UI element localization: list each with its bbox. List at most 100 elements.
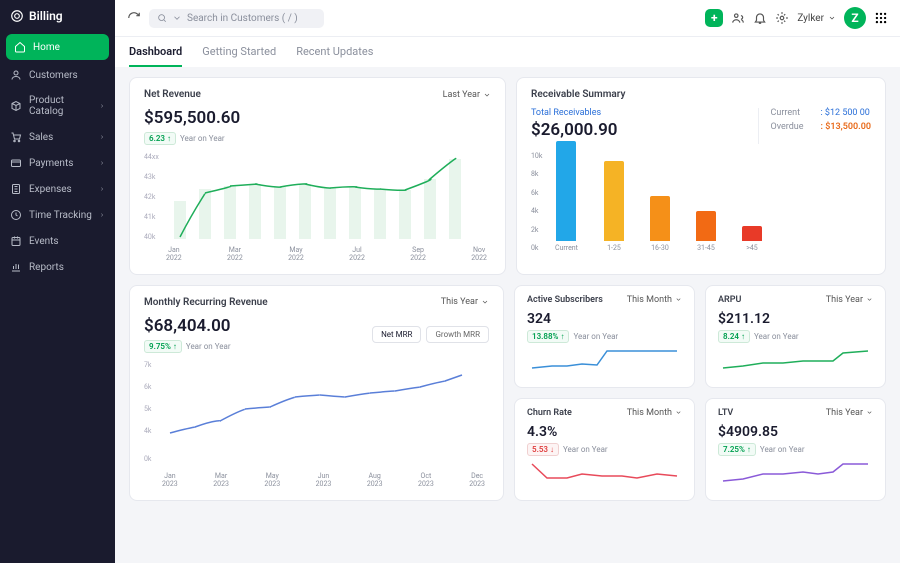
sidebar-item-reports[interactable]: Reports — [0, 254, 115, 280]
svg-text:44xx: 44xx — [144, 153, 159, 161]
chevron-right-icon — [99, 212, 105, 218]
avatar[interactable]: Z — [844, 7, 866, 29]
search-icon — [157, 13, 167, 23]
period-selector[interactable]: This Year — [441, 297, 489, 307]
chevron-right-icon — [99, 186, 105, 192]
net-mrr-button[interactable]: Net MRR — [372, 326, 421, 343]
brand-label: Billing — [29, 9, 63, 23]
tab-recent-updates[interactable]: Recent Updates — [296, 45, 373, 67]
receivable-total: $26,000.90 — [531, 120, 738, 140]
ltv-spark — [718, 456, 873, 486]
calc-icon — [10, 183, 22, 195]
growth-mrr-button[interactable]: Growth MRR — [426, 326, 489, 343]
svg-text:40k: 40k — [144, 233, 156, 241]
card-title: Net Revenue — [144, 89, 201, 100]
bar->45 — [742, 226, 762, 241]
svg-text:7k: 7k — [144, 361, 152, 369]
arpu-card: ARPUThis Year $211.12 8.24 ↑Year on Year — [705, 285, 886, 388]
chevron-down-icon — [866, 409, 873, 416]
card-title: Receivable Summary — [531, 89, 625, 100]
mrr-value: $68,404.00 — [144, 316, 231, 336]
period-selector[interactable]: This Month — [627, 295, 682, 305]
chevron-down-icon — [866, 296, 873, 303]
delta: 6.23 ↑ Year on Year — [144, 132, 491, 145]
sidebar-item-payments[interactable]: Payments — [0, 150, 115, 176]
users-icon[interactable] — [731, 11, 745, 25]
period-selector[interactable]: Last Year — [443, 90, 491, 100]
bar-16-30 — [650, 196, 670, 241]
chevron-down-icon — [481, 298, 489, 306]
home-icon — [14, 41, 26, 53]
svg-text:4k: 4k — [144, 427, 152, 435]
delta: 9.75% ↑Year on Year — [144, 340, 231, 353]
tab-getting-started[interactable]: Getting Started — [202, 45, 276, 67]
chart-icon — [10, 261, 22, 273]
sidebar-item-customers[interactable]: Customers — [0, 62, 115, 88]
receivable-sublabel: Total Receivables — [531, 108, 738, 118]
user-icon — [10, 69, 22, 81]
box-icon — [10, 100, 22, 112]
bar-1-25 — [604, 161, 624, 241]
topbar: Search in Customers ( / ) + Zylker Z — [115, 0, 900, 37]
period-selector[interactable]: This Month — [627, 408, 682, 418]
tabs: Dashboard Getting Started Recent Updates — [115, 37, 900, 67]
org-menu[interactable]: Zylker — [797, 13, 836, 24]
nav-list: HomeCustomersProduct CatalogSalesPayment… — [0, 32, 115, 280]
subs-card: Active SubscribersThis Month 324 13.88% … — [514, 285, 695, 388]
mrr-toggle: Net MRR Growth MRR — [372, 326, 489, 343]
chevron-down-icon[interactable] — [172, 13, 182, 23]
chevron-down-icon — [675, 296, 682, 303]
subs-spark — [527, 343, 682, 373]
chevron-right-icon — [99, 103, 105, 109]
chevron-down-icon — [675, 409, 682, 416]
chevron-down-icon — [483, 91, 491, 99]
mrr-card: Monthly Recurring Revenue This Year $68,… — [129, 285, 504, 501]
sidebar-item-time-tracking[interactable]: Time Tracking — [0, 202, 115, 228]
apps-icon[interactable] — [874, 11, 888, 25]
sidebar-item-home[interactable]: Home — [6, 34, 109, 60]
svg-text:41k: 41k — [144, 213, 156, 221]
svg-text:0k: 0k — [144, 455, 152, 463]
receivable-chart: 10k8k6k4k2k0k Current1-2516-3031-45>45 — [531, 152, 871, 252]
bell-icon[interactable] — [753, 11, 767, 25]
sidebar-item-events[interactable]: Events — [0, 228, 115, 254]
gear-icon[interactable] — [775, 11, 789, 25]
period-selector[interactable]: This Year — [826, 408, 873, 418]
refresh-icon[interactable] — [127, 11, 141, 25]
chevron-right-icon — [99, 134, 105, 140]
sidebar-item-product-catalog[interactable]: Product Catalog — [0, 88, 115, 124]
main: Search in Customers ( / ) + Zylker Z Das… — [115, 0, 900, 563]
sidebar-item-expenses[interactable]: Expenses — [0, 176, 115, 202]
search-placeholder: Search in Customers ( / ) — [187, 13, 298, 24]
bar-Current — [556, 141, 576, 241]
card-title: Monthly Recurring Revenue — [144, 297, 268, 308]
brand: Billing — [0, 0, 115, 32]
chevron-right-icon — [99, 160, 105, 166]
search-input[interactable]: Search in Customers ( / ) — [149, 9, 324, 28]
ltv-card: LTVThis Year $4909.85 7.25% ↑Year on Yea… — [705, 398, 886, 501]
net-revenue-card: Net Revenue Last Year $595,500.60 6.23 ↑… — [129, 77, 506, 275]
sidebar: Billing HomeCustomersProduct CatalogSale… — [0, 0, 115, 563]
tab-dashboard[interactable]: Dashboard — [129, 45, 182, 67]
arpu-spark — [718, 343, 873, 373]
cal-icon — [10, 235, 22, 247]
svg-text:6k: 6k — [144, 383, 152, 391]
bar-31-45 — [696, 211, 716, 241]
svg-text:5k: 5k — [144, 405, 152, 413]
receivable-card: Receivable Summary Total Receivables $26… — [516, 77, 886, 275]
svg-text:42k: 42k — [144, 193, 156, 201]
net-revenue-chart: 44xx43k42k41k40k Jan2022Mar2022May2022Ju… — [144, 151, 491, 263]
period-selector[interactable]: This Year — [826, 295, 873, 305]
mrr-chart: 7k6k5k4k0k Jan2023Mar2023May2023Jun2023A… — [144, 359, 489, 489]
sidebar-item-sales[interactable]: Sales — [0, 124, 115, 150]
net-revenue-value: $595,500.60 — [144, 108, 491, 128]
chevron-down-icon — [828, 14, 836, 22]
churn-card: Churn RateThis Month 4.3% 5.53 ↓Year on … — [514, 398, 695, 501]
content: Net Revenue Last Year $595,500.60 6.23 ↑… — [115, 67, 900, 563]
mini-grid: Active SubscribersThis Month 324 13.88% … — [514, 285, 886, 501]
svg-text:43k: 43k — [144, 173, 156, 181]
cart-icon — [10, 131, 22, 143]
card-icon — [10, 157, 22, 169]
add-button[interactable]: + — [705, 9, 723, 27]
receivable-breakdown: Current: $12 500 00 Overdue: $13,500.00 — [758, 108, 872, 144]
